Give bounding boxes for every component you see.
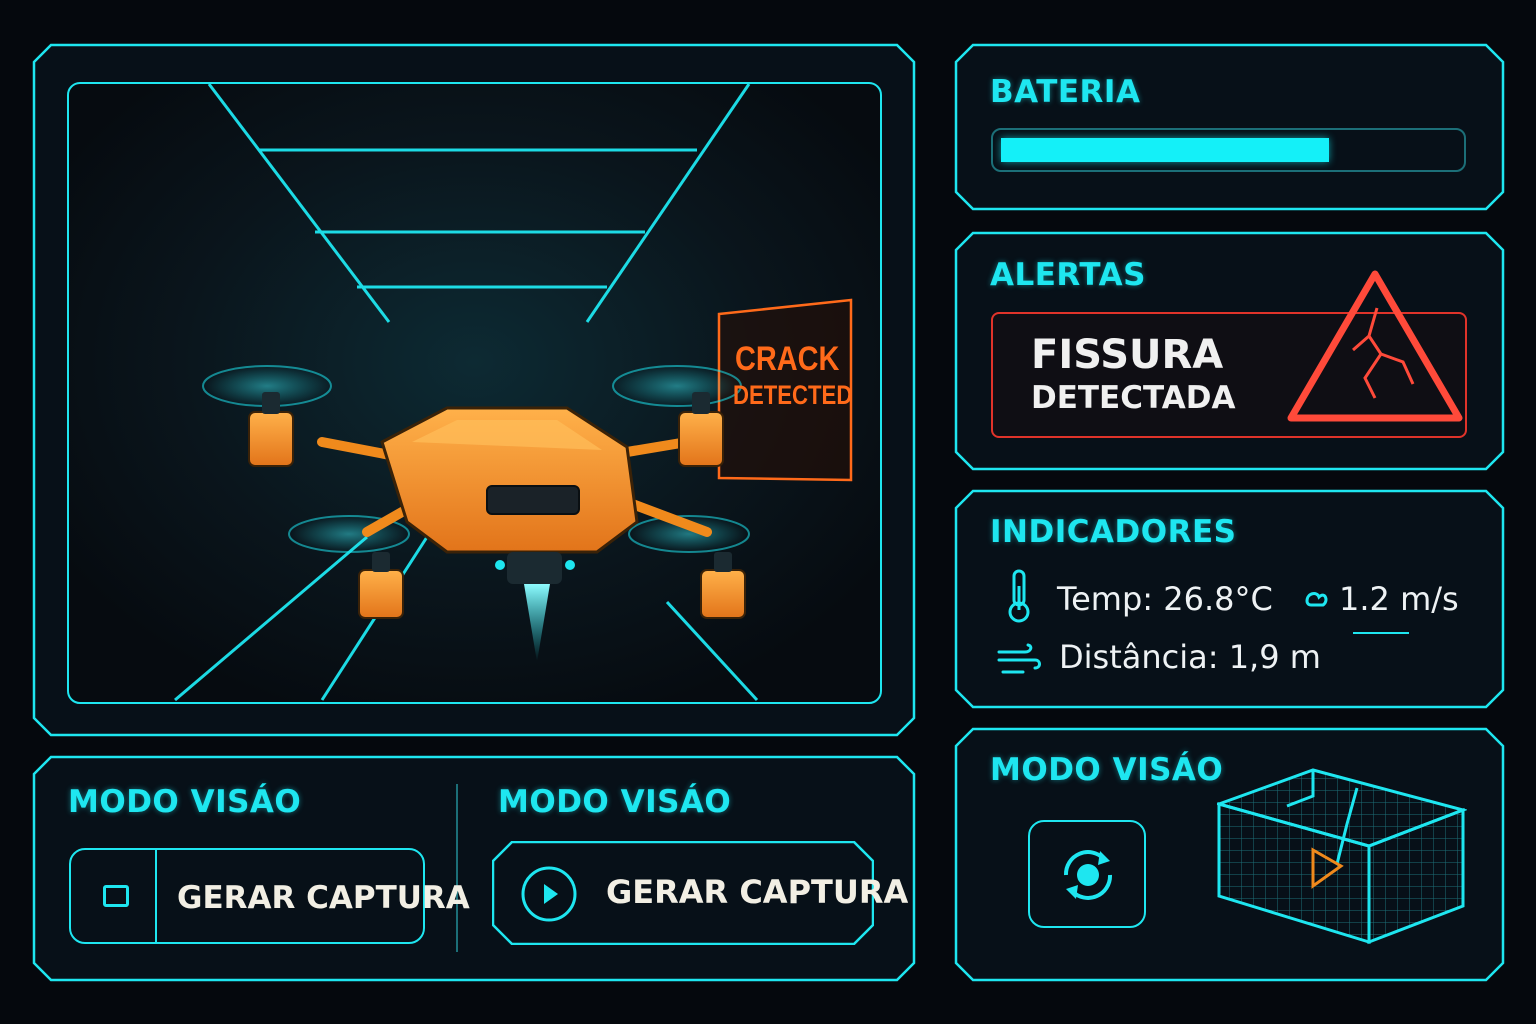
battery-bar [991, 128, 1466, 172]
camera-panel: CRACK DETECTED [32, 43, 916, 737]
alert-line1: FISSURA [1031, 332, 1224, 378]
thermometer-icon [1008, 569, 1030, 623]
indicators-title: INDICADORES [990, 514, 1237, 550]
refresh-view-button[interactable] [1028, 820, 1146, 928]
capture-button-left-label: GERAR CAPTURA [177, 880, 470, 916]
3d-map-icon[interactable] [1217, 766, 1467, 946]
distance-value: Distância: 1,9 m [1059, 638, 1321, 676]
crack-overlay-line2: DETECTED [733, 380, 853, 410]
capture-button-middle[interactable]: GERAR CAPTURA [492, 841, 908, 945]
capture-button-left[interactable]: GERAR CAPTURA [69, 848, 470, 944]
refresh-icon [1063, 850, 1113, 900]
camera-feed[interactable]: CRACK DETECTED [67, 82, 882, 704]
warning-triangle-crack-icon [1287, 270, 1463, 422]
speed-value: 1.2 m/s [1339, 580, 1459, 618]
wind-speed-icon [1305, 592, 1328, 607]
temperature-value: Temp: 26.8°C [1057, 580, 1273, 618]
play-icon [521, 866, 577, 922]
alerts-panel: ALERTAS FISSURA DETECTADA [954, 231, 1505, 471]
vision-middle-title: MODO VISÁO [498, 784, 732, 820]
capture-button-divider [155, 850, 157, 942]
battery-bar-fill [1001, 138, 1329, 162]
vision-controls-panel: MODO VISÁO GERAR CAPTURA MODO VISÁO GERA… [32, 755, 916, 982]
frame-capture-icon [103, 885, 129, 907]
battery-panel-frame [954, 43, 1505, 211]
vision-right-title: MODO VISÁO [990, 752, 1224, 788]
vision-map-panel: MODO VISÁO [954, 727, 1505, 982]
vision-left-title: MODO VISÁO [68, 784, 302, 820]
wind-distance-icon [997, 643, 1041, 674]
speed-underline [1353, 632, 1409, 634]
battery-panel: BATERIA [954, 43, 1505, 211]
alert-line2: DETECTADA [1031, 380, 1236, 416]
capture-button-middle-label: GERAR CAPTURA [606, 873, 909, 911]
crack-overlay-line1: CRACK [735, 340, 840, 378]
battery-title: BATERIA [990, 74, 1141, 110]
alerts-title: ALERTAS [990, 257, 1146, 293]
indicators-panel: INDICADORES Temp: 26.8°C 1.2 m/s Distânc… [954, 489, 1505, 709]
